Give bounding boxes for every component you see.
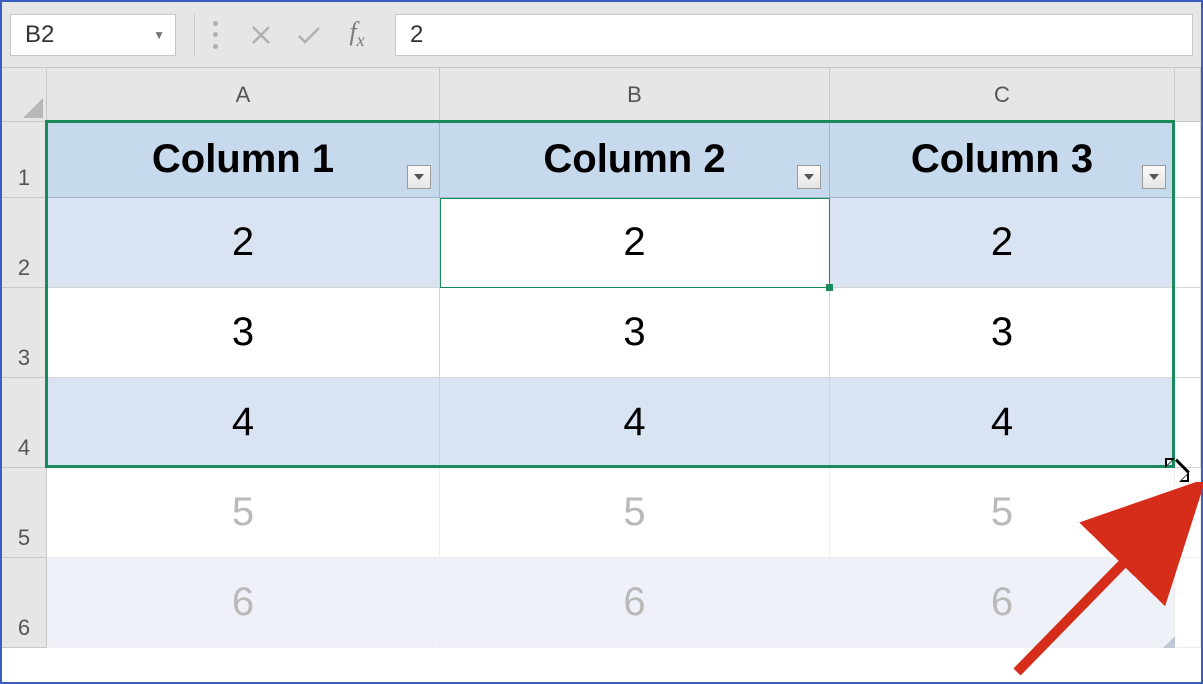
table-row: 4 4 4: [47, 378, 1201, 468]
cell-value: 2: [623, 220, 645, 265]
row-header-6[interactable]: 6: [2, 558, 46, 648]
select-all-corner[interactable]: [2, 68, 47, 122]
row-header-2[interactable]: 2: [2, 198, 46, 288]
cell-area[interactable]: Column 1 Column 2 Column 3 2 2 2: [47, 122, 1201, 682]
cell-C5[interactable]: 5: [830, 468, 1175, 558]
chevron-down-icon: ▼: [153, 28, 165, 42]
cell-value: 4: [991, 400, 1013, 445]
filter-dropdown-col3[interactable]: [1142, 165, 1166, 189]
row-header-3[interactable]: 3: [2, 288, 46, 378]
table-row-ghost: 5 5 5: [47, 468, 1201, 558]
cell-value: 2: [232, 220, 254, 265]
table-header-col1[interactable]: Column 1: [47, 122, 440, 198]
fx-icon: fx: [349, 17, 364, 51]
column-header-B[interactable]: B: [440, 68, 830, 121]
check-icon: [296, 24, 322, 46]
cell-value: 3: [991, 310, 1013, 355]
cell-B4[interactable]: 4: [440, 378, 830, 468]
header-label: Column 2: [543, 137, 725, 182]
cell-value: 6: [232, 580, 254, 625]
cell-A2[interactable]: 2: [47, 198, 440, 288]
divider: [194, 14, 195, 56]
cell-value: 5: [232, 490, 254, 535]
cell-value: 3: [623, 310, 645, 355]
formula-input[interactable]: 2: [395, 14, 1193, 56]
row-headers: 1 2 3 4 5 6: [2, 122, 47, 648]
cell-blank[interactable]: [1175, 468, 1201, 558]
cell-C4[interactable]: 4: [830, 378, 1175, 468]
cancel-formula-button[interactable]: [237, 14, 285, 56]
grip-dots-icon: [213, 21, 219, 49]
enter-formula-button[interactable]: [285, 14, 333, 56]
name-box-value: B2: [25, 21, 54, 49]
cell-blank[interactable]: [1175, 558, 1201, 648]
cell-B3[interactable]: 3: [440, 288, 830, 378]
excel-window: B2 ▼ fx 2 A B C 1 2 3 4 5: [0, 0, 1203, 684]
table-header-row: Column 1 Column 2 Column 3: [47, 122, 1201, 198]
cell-A6[interactable]: 6: [47, 558, 440, 648]
cell-value: 2: [991, 220, 1013, 265]
cell-blank[interactable]: [1175, 288, 1201, 378]
cell-value: 4: [623, 400, 645, 445]
cell-A4[interactable]: 4: [47, 378, 440, 468]
column-header-blank[interactable]: [1175, 68, 1201, 121]
cell-blank[interactable]: [1175, 198, 1201, 288]
insert-function-button[interactable]: fx: [333, 14, 381, 56]
row-header-4[interactable]: 4: [2, 378, 46, 468]
table-header-col2[interactable]: Column 2: [440, 122, 830, 198]
cell-blank[interactable]: [1175, 378, 1201, 468]
table-row-ghost: 6 6 6: [47, 558, 1201, 648]
table-header-col3[interactable]: Column 3: [830, 122, 1175, 198]
cell-A3[interactable]: 3: [47, 288, 440, 378]
cell-C2[interactable]: 2: [830, 198, 1175, 288]
cell-blank[interactable]: [1175, 122, 1201, 198]
cell-value: 6: [991, 580, 1013, 625]
cell-C6[interactable]: 6: [830, 558, 1175, 648]
filter-dropdown-col1[interactable]: [407, 165, 431, 189]
cell-B6[interactable]: 6: [440, 558, 830, 648]
row-header-5[interactable]: 5: [2, 468, 46, 558]
cell-value: 5: [623, 490, 645, 535]
table-row: 3 3 3: [47, 288, 1201, 378]
column-header-C[interactable]: C: [830, 68, 1175, 121]
cell-value: 3: [232, 310, 254, 355]
cell-B2[interactable]: 2: [440, 198, 830, 288]
column-headers: A B C: [47, 68, 1201, 122]
column-header-A[interactable]: A: [47, 68, 440, 121]
header-label: Column 1: [152, 137, 334, 182]
cell-B5[interactable]: 5: [440, 468, 830, 558]
cell-C3[interactable]: 3: [830, 288, 1175, 378]
cell-A5[interactable]: 5: [47, 468, 440, 558]
cell-value: 4: [232, 400, 254, 445]
row-header-1[interactable]: 1: [2, 122, 46, 198]
table-row: 2 2 2: [47, 198, 1201, 288]
formula-value: 2: [410, 21, 423, 49]
filter-dropdown-col2[interactable]: [797, 165, 821, 189]
formula-bar: B2 ▼ fx 2: [2, 2, 1201, 68]
cell-value: 6: [623, 580, 645, 625]
header-label: Column 3: [911, 137, 1093, 182]
cell-value: 5: [991, 490, 1013, 535]
worksheet-grid[interactable]: A B C 1 2 3 4 5 6 Column 1 Column 2: [2, 68, 1201, 682]
name-box[interactable]: B2 ▼: [10, 14, 176, 56]
x-icon: [250, 24, 272, 46]
